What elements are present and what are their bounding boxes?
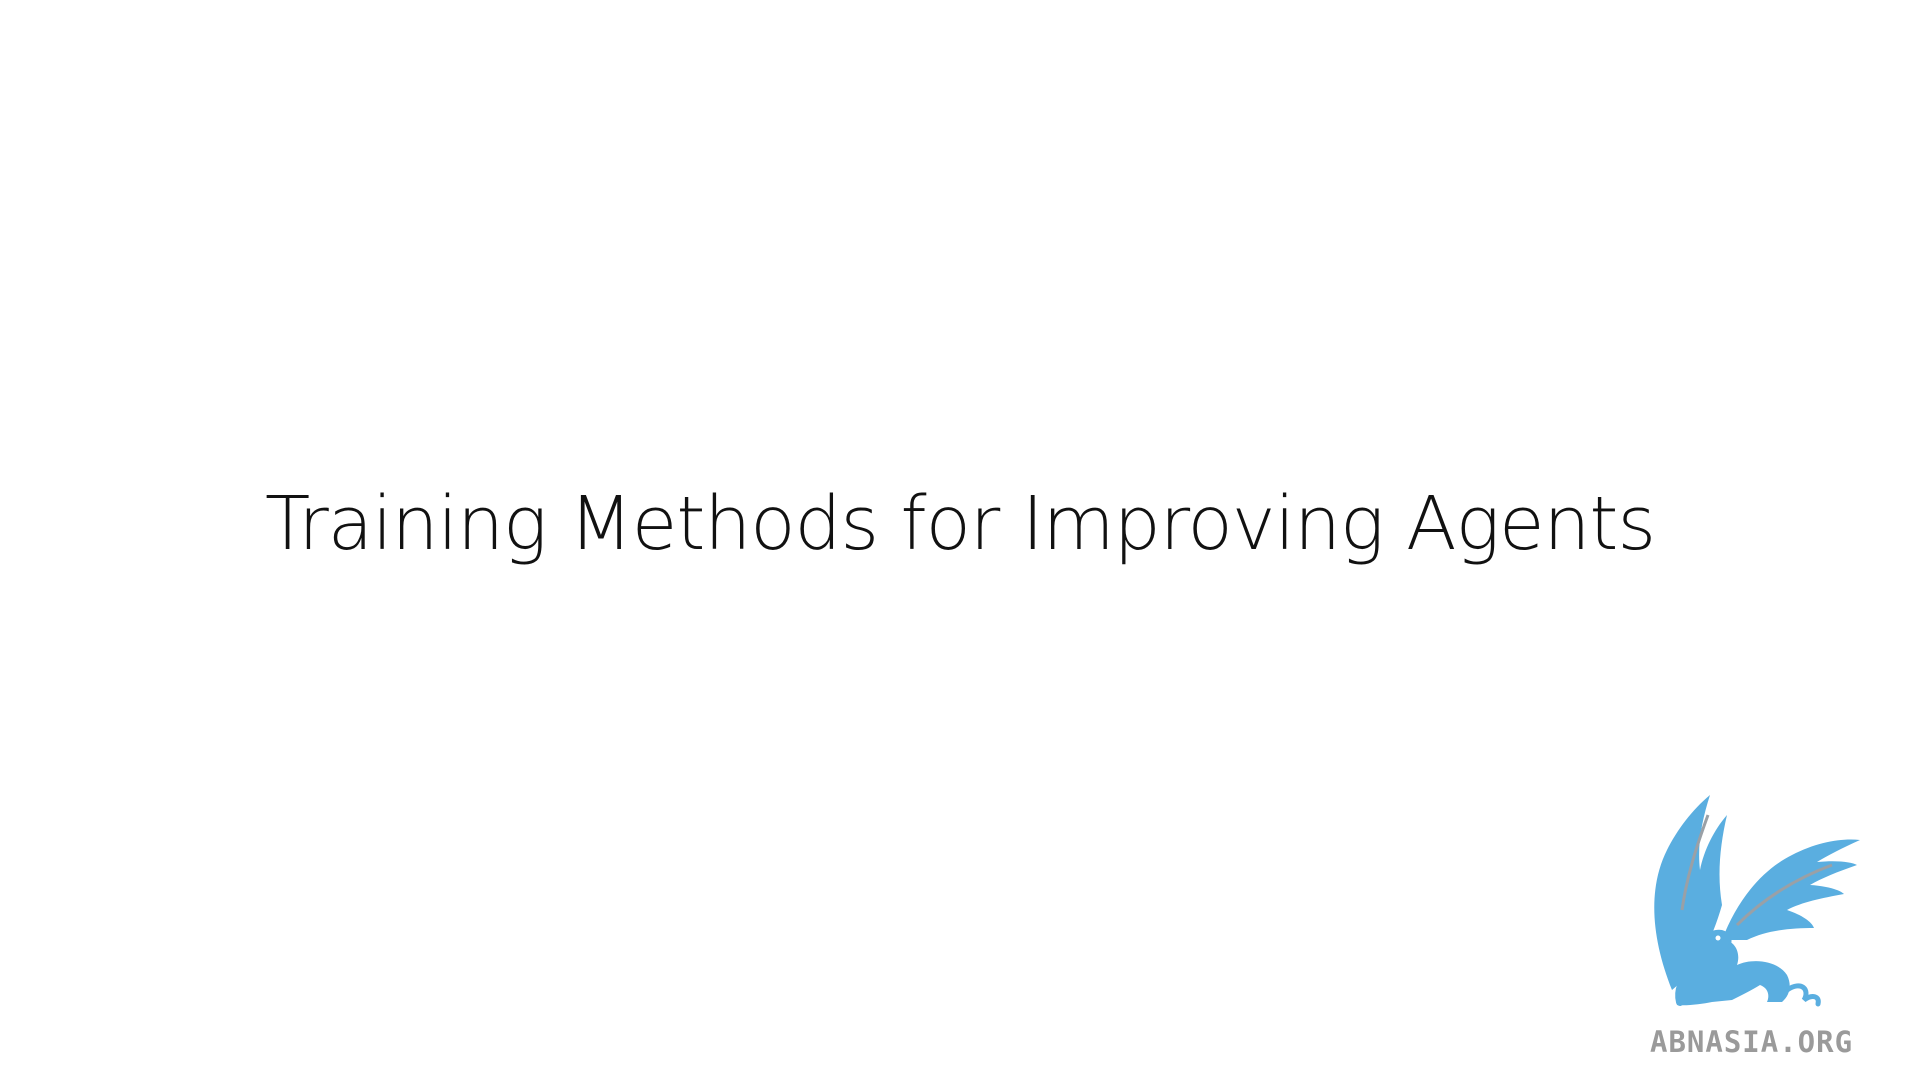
slide-title: Training Methods for Improving Agents bbox=[265, 481, 1656, 567]
griffin-logo-icon bbox=[1654, 795, 1860, 1007]
slide: Training Methods for Improving Agents AB… bbox=[0, 0, 1920, 1080]
logo-text: ABNASIA.ORG bbox=[1650, 1025, 1854, 1059]
watermark-logo: ABNASIA.ORG bbox=[1642, 790, 1920, 1080]
